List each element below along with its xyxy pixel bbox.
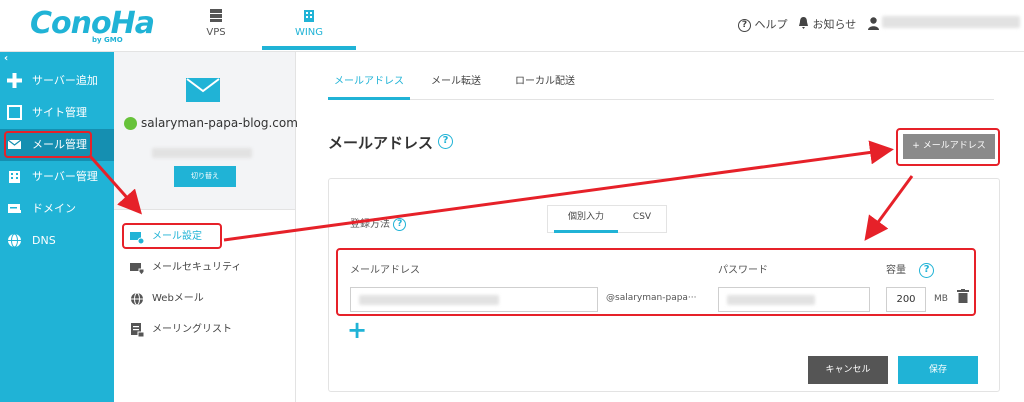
domain-name: salaryman-papa-blog.com	[124, 116, 298, 130]
mail-icon	[7, 139, 22, 149]
domain-icon	[8, 204, 21, 213]
server-info: salaryman-papa-blog.com 切り替え	[114, 52, 298, 210]
tab-local-delivery[interactable]: ローカル配送	[506, 72, 584, 100]
redacted-info	[152, 148, 252, 158]
input-mode-toggle: 個別入力 CSV	[547, 205, 667, 233]
help-link[interactable]: ? ヘルプ	[738, 16, 788, 32]
server-panel: salaryman-papa-blog.com 切り替え メール設定 メールセキ…	[114, 52, 298, 402]
collapse-sidebar-button[interactable]: ‹	[4, 53, 8, 64]
sidebar-item-label: DNS	[32, 234, 56, 247]
notice-label: お知らせ	[812, 18, 857, 31]
register-method-label: 登録方法	[350, 219, 390, 230]
sidebar-item-server[interactable]: サーバー管理	[0, 161, 114, 193]
toggle-csv[interactable]: CSV	[622, 206, 662, 233]
sidebar: ‹ サーバー追加 サイト管理 メール管理 サーバー管理 ドメイン DNS	[0, 52, 114, 402]
capacity-unit: MB	[934, 294, 948, 304]
notice-link[interactable]: お知らせ	[798, 16, 856, 32]
panel-item-label: メール設定	[152, 231, 202, 242]
nav-wing[interactable]: WING	[262, 0, 356, 50]
column-header-password: パスワード	[718, 265, 768, 276]
sidebar-item-site[interactable]: サイト管理	[0, 97, 114, 129]
sidebar-item-label: サーバー管理	[32, 170, 98, 183]
nav-vps[interactable]: VPS	[192, 0, 240, 52]
capacity-help-icon[interactable]: ?	[919, 262, 935, 278]
building-icon	[304, 10, 314, 22]
toggle-individual[interactable]: 個別入力	[554, 206, 618, 233]
switch-server-button[interactable]: 切り替え	[174, 166, 236, 187]
panel-item-label: メーリングリスト	[152, 324, 232, 335]
power-status-icon	[124, 117, 137, 130]
trash-icon[interactable]	[957, 289, 969, 303]
server-icon	[210, 9, 222, 22]
sidebar-item-add-server[interactable]: サーバー追加	[0, 65, 114, 97]
nav-vps-label: VPS	[206, 27, 226, 38]
window-icon	[7, 105, 22, 120]
capacity-input[interactable]: 200	[886, 287, 926, 312]
panel-item-mailing-list[interactable]: メーリングリスト	[114, 317, 295, 343]
sidebar-item-label: サイト管理	[32, 106, 87, 119]
mail-security-icon	[130, 263, 144, 275]
domain-label: salaryman-papa-blog.com	[141, 116, 298, 130]
help-label: ヘルプ	[754, 18, 788, 31]
mail-address-input[interactable]	[350, 287, 598, 312]
column-header-address: メールアドレス	[350, 265, 420, 276]
user-icon	[868, 17, 879, 30]
user-menu[interactable]	[868, 15, 1020, 34]
panel-item-webmail[interactable]: Webメール	[114, 286, 295, 312]
top-header: ConoHa by GMO VPS WING ? ヘルプ お知らせ	[0, 0, 1024, 52]
sidebar-item-mail[interactable]: メール管理	[0, 129, 114, 161]
redacted-password	[727, 295, 815, 305]
panel-item-mail-security[interactable]: メールセキュリティ	[114, 255, 295, 281]
add-row-button[interactable]: +	[347, 318, 367, 342]
panel-item-mail-settings[interactable]: メール設定	[114, 224, 295, 250]
mail-large-icon	[186, 78, 220, 102]
sidebar-item-label: サーバー追加	[32, 74, 98, 87]
register-method: 登録方法 ?	[350, 215, 407, 231]
globe-icon	[8, 233, 21, 248]
nav-wing-label: WING	[294, 27, 324, 38]
logo-subtext: by GMO	[92, 36, 123, 44]
sidebar-item-domain[interactable]: ドメイン	[0, 193, 114, 225]
tab-mail-forward[interactable]: メール転送	[424, 72, 488, 100]
column-header-capacity: 容量 ?	[886, 261, 935, 278]
register-help-icon[interactable]: ?	[393, 217, 407, 231]
title-help-icon[interactable]: ?	[438, 134, 453, 149]
sidebar-item-dns[interactable]: DNS	[0, 225, 114, 257]
mail-tabs: メールアドレス メール転送 ローカル配送	[328, 72, 994, 100]
conoha-logo[interactable]: ConoHa by GMO	[30, 6, 155, 44]
panel-item-label: Webメール	[152, 293, 204, 304]
bell-icon	[799, 17, 808, 29]
user-name-redacted	[882, 16, 1020, 28]
password-input[interactable]	[718, 287, 870, 312]
cancel-button[interactable]: キャンセル	[808, 356, 888, 384]
plus-icon	[7, 73, 22, 88]
tab-mail-address[interactable]: メールアドレス	[328, 72, 410, 100]
server-building-icon	[9, 171, 20, 183]
mail-settings-icon	[130, 232, 144, 244]
capacity-label: 容量	[886, 265, 906, 276]
redacted-address	[359, 295, 499, 305]
help-icon: ?	[738, 18, 751, 32]
sidebar-item-label: ドメイン	[32, 202, 76, 215]
page-title: メールアドレス	[328, 134, 434, 152]
mailing-list-icon	[131, 323, 144, 337]
add-mail-address-button[interactable]: + メールアドレス	[903, 134, 995, 159]
sidebar-item-label: メール管理	[32, 138, 87, 151]
domain-suffix: @salaryman-papa···	[606, 293, 697, 303]
save-button[interactable]: 保存	[898, 356, 978, 384]
webmail-icon	[131, 292, 143, 306]
panel-item-label: メールセキュリティ	[152, 262, 242, 273]
